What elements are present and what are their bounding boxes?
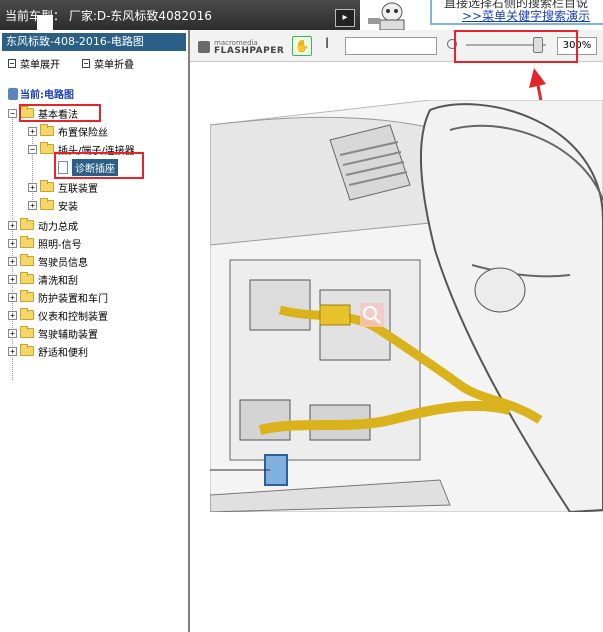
folder-icon	[40, 180, 54, 192]
current-node[interactable]: 当前:电路图	[8, 86, 74, 101]
expand-toggle-icon[interactable]: +	[28, 200, 37, 210]
ad-banner: 直接选择右侧的搜索栏目说 >>菜单关健字搜索演示	[430, 0, 603, 25]
tree-node-top[interactable]: + 清洗和刮	[8, 270, 78, 288]
menu-collapse-button[interactable]: 菜单折叠	[82, 56, 134, 71]
top-banner: 当前车型： 厂家:D-东风标致4082016 ▸ 直接选择右侧的搜索栏目说 >>…	[0, 0, 603, 30]
text-select-tool-button[interactable]: I	[325, 36, 329, 52]
book-icon	[8, 87, 18, 100]
expand-toggle-icon[interactable]: +	[8, 292, 17, 302]
flashpaper-logo: macromedia FLASHPAPER	[198, 37, 288, 57]
menu-expand-label: 菜单展开	[20, 60, 60, 71]
expand-toggle-icon[interactable]: +	[8, 328, 17, 338]
folder-icon	[20, 290, 34, 302]
tree-node-top[interactable]: + 动力总成	[8, 216, 78, 234]
tree-node-child[interactable]: + 布置保险丝	[28, 122, 108, 140]
expand-toggle-icon[interactable]: +	[8, 274, 17, 284]
ad-link[interactable]: >>菜单关健字搜索演示	[462, 7, 590, 23]
tree-node-label: 驾驶员信息	[38, 257, 88, 269]
tree-node-label: 照明-信号	[38, 239, 82, 251]
folder-open-icon	[40, 142, 54, 154]
folder-icon	[40, 124, 54, 136]
tree-node-top[interactable]: + 仪表和控制装置	[8, 306, 108, 324]
bar-tab	[37, 15, 53, 30]
folder-icon	[20, 344, 34, 356]
folder-icon	[20, 218, 34, 230]
tree-node-label: 布置保险丝	[58, 127, 108, 139]
collapse-toggle-icon[interactable]: −	[28, 144, 37, 154]
collapse-icon	[82, 59, 90, 68]
folder-icon	[40, 198, 54, 210]
product-label: FLASHPAPER	[214, 46, 285, 56]
folder-icon	[20, 272, 34, 284]
expand-toggle-icon[interactable]: +	[8, 220, 17, 230]
tree-node-label: 互联装置	[58, 183, 98, 195]
expand-toggle-icon[interactable]: +	[8, 346, 17, 356]
tree-node-top[interactable]: + 舒适和便利	[8, 342, 88, 360]
tree-node-label: 安装	[58, 201, 78, 213]
macromedia-icon	[198, 41, 210, 53]
expand-toggle-icon[interactable]: +	[8, 310, 17, 320]
viewer-toolbar: macromedia FLASHPAPER ✋ I 300%	[190, 30, 603, 63]
tree-node-label: 驾驶辅助装置	[38, 329, 98, 341]
folder-icon	[20, 326, 34, 338]
sidebar: 东风标致-408-2016-电路图 菜单展开 菜单折叠 当前:电路图 − 基本看…	[0, 30, 190, 632]
expand-toggle-icon[interactable]: +	[8, 238, 17, 248]
hand-tool-button[interactable]: ✋	[292, 36, 312, 56]
expand-toggle-icon[interactable]: +	[28, 126, 37, 136]
collapse-toggle-icon[interactable]: −	[8, 108, 17, 118]
tree-node-label: 清洗和刮	[38, 275, 78, 287]
folder-icon	[20, 254, 34, 266]
tree-node-label: 动力总成	[38, 221, 78, 233]
mascot-icon	[368, 2, 405, 30]
folder-icon	[20, 236, 34, 248]
highlight-box	[454, 30, 578, 63]
folder-icon	[20, 308, 34, 320]
tree-node-top[interactable]: + 照明-信号	[8, 234, 82, 252]
tree-node-child[interactable]: + 安装	[28, 196, 78, 214]
sidebar-title: 东风标致-408-2016-电路图	[2, 33, 186, 51]
car-model-bar: 当前车型： 厂家:D-东风标致4082016 ▸	[0, 0, 360, 30]
tree-node-top[interactable]: + 驾驶辅助装置	[8, 324, 98, 342]
tree-node-top[interactable]: + 驾驶员信息	[8, 252, 88, 270]
flashpaper-viewer: macromedia FLASHPAPER ✋ I 300%	[190, 30, 603, 632]
expand-toggle-icon[interactable]: +	[8, 256, 17, 266]
menu-collapse-label: 菜单折叠	[94, 60, 134, 71]
search-input[interactable]	[345, 37, 437, 55]
hand-icon: ✋	[294, 39, 310, 53]
tree-node-child[interactable]: + 互联装置	[28, 178, 98, 196]
tree-node-label: 防护装置和车门	[38, 293, 108, 305]
nav-toggle-button[interactable]: ▸	[335, 9, 355, 27]
expand-icon	[8, 59, 16, 68]
text-cursor-icon: I	[325, 36, 330, 52]
current-label: 当前:电路图	[20, 90, 74, 101]
highlight-box	[54, 152, 144, 179]
highlight-box	[19, 104, 101, 122]
tree-node-label: 舒适和便利	[38, 347, 88, 359]
vehicle-diagram-image[interactable]	[210, 100, 603, 512]
tree-node-label: 仪表和控制装置	[38, 311, 108, 323]
expand-toggle-icon[interactable]: +	[28, 182, 37, 192]
menu-expand-button[interactable]: 菜单展开	[8, 56, 60, 71]
tree-node-top[interactable]: + 防护装置和车门	[8, 288, 108, 306]
